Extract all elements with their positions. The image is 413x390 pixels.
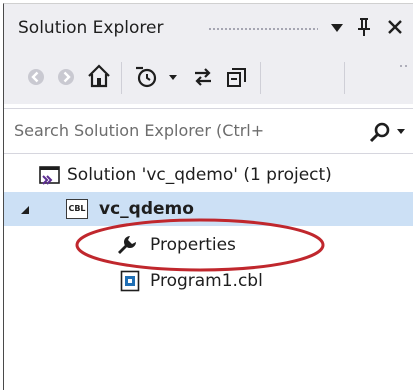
highlight-ellipse xyxy=(75,218,325,272)
